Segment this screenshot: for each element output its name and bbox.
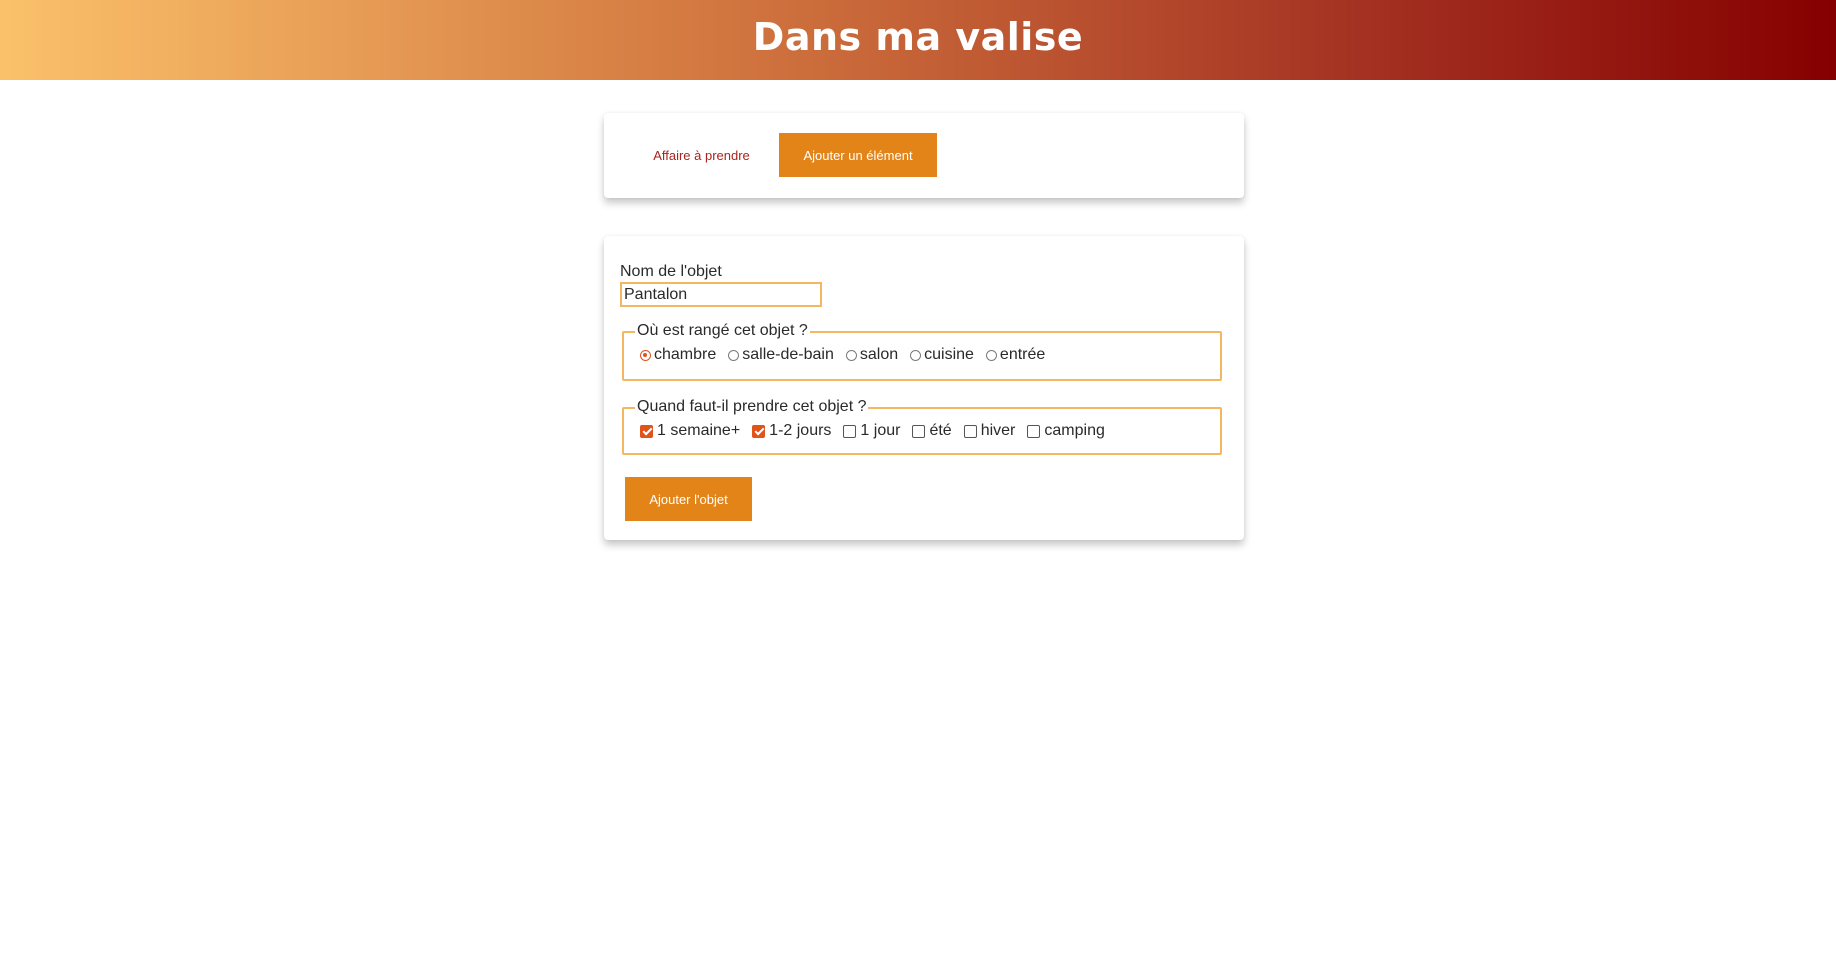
radio-indicator[interactable]	[845, 349, 857, 361]
checkbox-label: camping	[1044, 422, 1105, 439]
radio-entree[interactable]: entrée	[985, 346, 1046, 364]
tab-ajouter[interactable]: Ajouter un élément	[779, 133, 937, 177]
radio-label: chambre	[654, 346, 717, 363]
checkbox-indicator[interactable]	[640, 424, 653, 438]
checkbox-ete[interactable]: été	[912, 422, 952, 440]
checkbox-label: 1-2 jours	[769, 422, 832, 439]
name-label: Nom de l'objet	[620, 263, 722, 280]
checkbox-label: hiver	[980, 422, 1016, 439]
location-options: chambre salle-de-bain salon cuisine entr…	[640, 346, 1057, 364]
location-fieldset: Où est rangé cet objet ? chambre salle-d…	[622, 322, 1222, 381]
radio-indicator[interactable]	[910, 349, 922, 361]
radio-chambre[interactable]: chambre	[640, 346, 716, 364]
radio-salle-de-bain[interactable]: salle-de-bain	[728, 346, 834, 364]
checkbox-camping[interactable]: camping	[1027, 422, 1105, 440]
checkbox-1-2-jours[interactable]: 1-2 jours	[752, 422, 831, 440]
checkbox-1-jour[interactable]: 1 jour	[843, 422, 900, 440]
nav-card: Affaire à prendre Ajouter un élément	[604, 113, 1244, 198]
add-item-button[interactable]: Ajouter l'objet	[625, 477, 752, 521]
checkbox-hiver[interactable]: hiver	[963, 422, 1016, 440]
when-options: 1 semaine+ 1-2 jours 1 jour été hiver ca…	[640, 422, 1117, 440]
radio-cuisine[interactable]: cuisine	[910, 346, 974, 364]
checkbox-indicator[interactable]	[963, 424, 977, 438]
add-item-form: Nom de l'objet Où est rangé cet objet ? …	[604, 236, 1244, 540]
radio-label: cuisine	[924, 346, 974, 363]
checkbox-indicator[interactable]	[1027, 424, 1041, 438]
tab-affaires[interactable]: Affaire à prendre	[640, 133, 763, 177]
radio-indicator[interactable]	[640, 349, 651, 361]
radio-label: salon	[859, 346, 899, 363]
radio-label: salle-de-bain	[742, 346, 834, 363]
checkbox-indicator[interactable]	[843, 424, 857, 438]
app-header: Dans ma valise	[0, 0, 1836, 80]
location-legend: Où est rangé cet objet ?	[635, 322, 810, 340]
when-legend: Quand faut-il prendre cet objet ?	[635, 398, 869, 416]
checkbox-1-semaine[interactable]: 1 semaine+	[640, 422, 740, 440]
name-input[interactable]	[620, 282, 822, 307]
radio-salon[interactable]: salon	[845, 346, 899, 364]
checkbox-label: 1 jour	[860, 422, 901, 439]
checkbox-indicator[interactable]	[752, 424, 766, 438]
radio-label: entrée	[999, 346, 1046, 363]
checkbox-label: 1 semaine+	[657, 422, 741, 439]
radio-indicator[interactable]	[728, 349, 740, 361]
radio-indicator[interactable]	[985, 349, 997, 361]
checkbox-indicator[interactable]	[912, 424, 926, 438]
checkbox-label: été	[929, 422, 952, 439]
when-fieldset: Quand faut-il prendre cet objet ? 1 sema…	[622, 398, 1222, 455]
app-title: Dans ma valise	[752, 15, 1084, 59]
